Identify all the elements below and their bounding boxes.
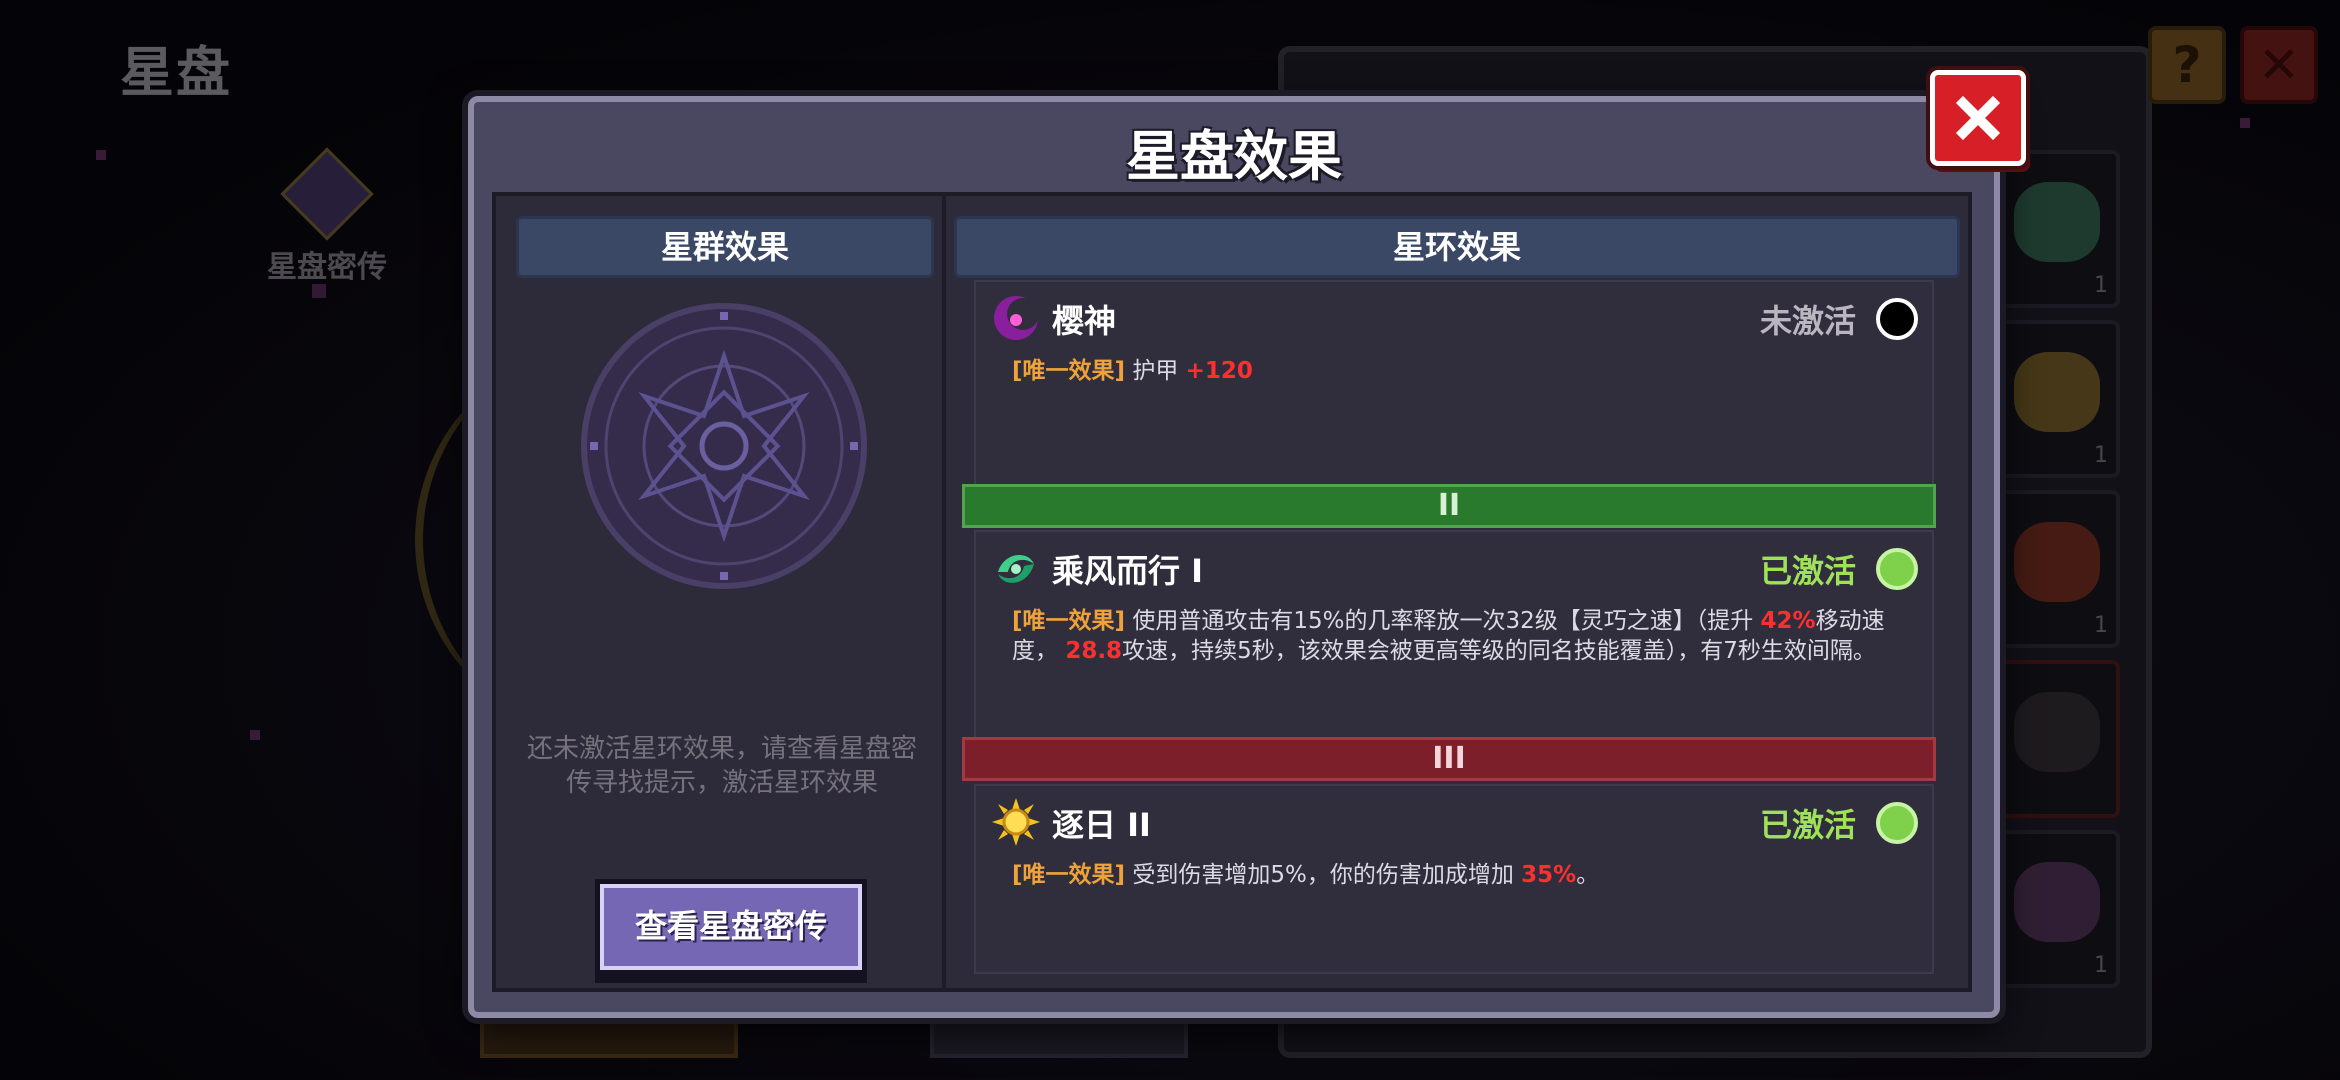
tier-divider-iii: III	[962, 737, 1936, 781]
effect-description: [唯一效果] 受到伤害增加5%，你的伤害加成增加 35%。	[1012, 860, 1912, 890]
effect-name: 樱神	[1052, 302, 1117, 340]
description-text: 使用普通攻击有15%的几率释放一次32级【灵巧之速】（提升	[1132, 608, 1761, 634]
constellation-panel: 星群效果 还未激活星环效果，请查看星盘密传寻找提示，激活星环效果 查看星盘密传	[496, 196, 942, 988]
description-text: 攻速，持续5秒，该效果会被更高等级的同名技能覆盖），有7秒生效间隔。	[1122, 638, 1876, 664]
effect-status: 已激活	[1759, 552, 1856, 590]
close-icon	[1955, 95, 2001, 141]
effect-description: [唯一效果] 护甲 +120	[1012, 356, 1912, 386]
dialog-body: 星群效果 还未激活星环效果，请查看星盘密传寻找提示，激活星环效果 查看星盘密传	[492, 192, 1972, 992]
star-ring-panel: 星环效果 樱神 未激活 [唯一效果] 护甲 +120 II 乘风而行 I 已激活…	[946, 196, 1968, 988]
effect-name: 乘风而行 I	[1052, 552, 1204, 590]
highlight-value: 35%	[1521, 862, 1577, 888]
close-button[interactable]	[1930, 70, 2026, 166]
status-indicator	[1876, 298, 1918, 340]
description-text: 受到伤害增加5%，你的伤害加成增加	[1132, 862, 1522, 888]
description-text: 。	[1576, 862, 1600, 888]
tier-divider-ii: II	[962, 484, 1936, 528]
description-text: 护甲	[1132, 358, 1186, 384]
effect-header-row: 樱神 未激活	[976, 282, 1932, 352]
green-wind-icon	[998, 554, 1034, 583]
sun-icon	[992, 798, 1040, 846]
effect-name: 逐日 II	[1052, 806, 1151, 844]
effect-description: [唯一效果] 使用普通攻击有15%的几率释放一次32级【灵巧之速】（提升 42%…	[1012, 606, 1912, 666]
unique-effect-tag: [唯一效果]	[1012, 358, 1126, 384]
inactive-hint-text: 还未激活星环效果，请查看星盘密传寻找提示，激活星环效果	[526, 734, 917, 798]
pink-crescent-icon	[994, 296, 1039, 340]
effect-card: 樱神 未激活 [唯一效果] 护甲 +120	[974, 280, 1934, 490]
highlight-value: 42%	[1760, 608, 1816, 634]
highlight-value: 28.8	[1065, 638, 1123, 664]
status-indicator	[1876, 802, 1918, 844]
effect-header-row: 乘风而行 I 已激活	[976, 532, 1932, 602]
status-indicator	[1876, 548, 1918, 590]
unique-effect-tag: [唯一效果]	[1012, 608, 1126, 634]
effect-card: 逐日 II 已激活 [唯一效果] 受到伤害增加5%，你的伤害加成增加 35%。	[974, 784, 1934, 974]
star-ring-effect-header: 星环效果	[954, 216, 1960, 278]
star-disk-effect-dialog: 星盘效果 星群效果 还未激活星环效果，请查看星盘密传寻找提示，激活星环效果 查看…	[468, 70, 2026, 1018]
unique-effect-tag: [唯一效果]	[1012, 862, 1126, 888]
highlight-value: +120	[1185, 358, 1253, 384]
star-disk-icon	[581, 303, 867, 589]
effect-status: 已激活	[1759, 806, 1856, 844]
constellation-effect-header: 星群效果	[516, 216, 934, 278]
view-star-secret-button[interactable]: 查看星盘密传	[600, 884, 862, 970]
dialog-title: 星盘效果	[1126, 125, 1342, 188]
effect-status: 未激活	[1759, 302, 1856, 340]
effect-card: 乘风而行 I 已激活 [唯一效果] 使用普通攻击有15%的几率释放一次32级【灵…	[974, 530, 1934, 756]
effect-header-row: 逐日 II 已激活	[976, 786, 1932, 856]
